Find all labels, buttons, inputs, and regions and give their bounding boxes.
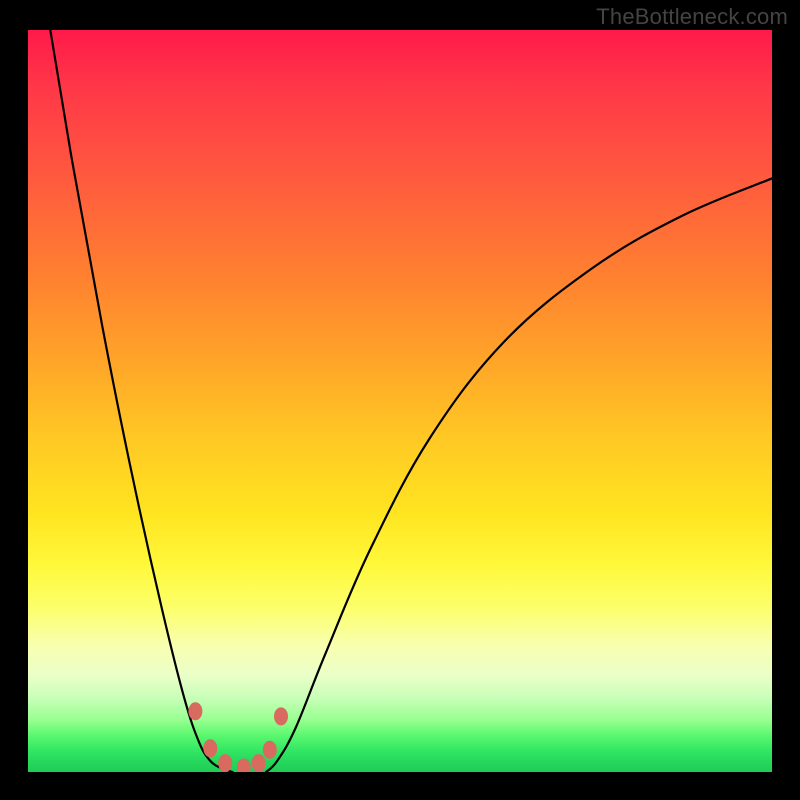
- curve-marker: [218, 754, 232, 772]
- curve-marker: [203, 739, 217, 757]
- chart-plot-area: [28, 30, 772, 772]
- curve-marker: [237, 759, 251, 773]
- curve-left-arm: [50, 30, 232, 772]
- curve-marker: [263, 741, 277, 759]
- curve-marker: [252, 754, 266, 772]
- curve-markers-group: [188, 702, 288, 772]
- chart-svg: [28, 30, 772, 772]
- curve-right-arm: [266, 178, 772, 772]
- curve-marker: [274, 707, 288, 725]
- watermark-text: TheBottleneck.com: [596, 4, 788, 30]
- curve-marker: [188, 702, 202, 720]
